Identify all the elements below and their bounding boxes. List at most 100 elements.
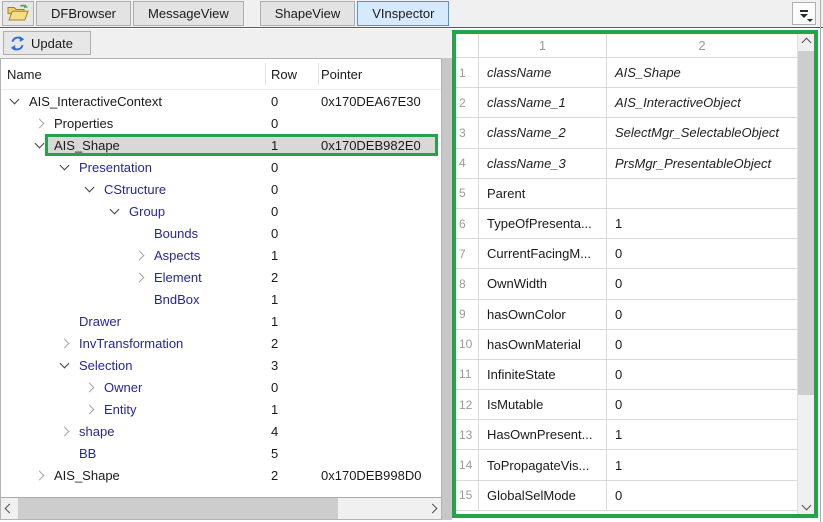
- table-row[interactable]: 13 HasOwnPresent... 1: [456, 420, 797, 450]
- property-name-cell[interactable]: className_2: [479, 118, 607, 147]
- column-header-1[interactable]: 1: [479, 34, 607, 57]
- table-row[interactable]: 2 className_1 AIS_InteractiveObject: [456, 88, 797, 118]
- view-tab[interactable]: DFBrowser: [36, 1, 131, 26]
- property-name-cell[interactable]: ToPropagateVis...: [479, 450, 607, 479]
- scroll-left-button[interactable]: [1, 498, 18, 519]
- open-file-button[interactable]: [2, 1, 34, 26]
- property-value-cell[interactable]: 1: [607, 450, 797, 479]
- property-value-cell[interactable]: 0: [607, 481, 797, 510]
- tree-expand-icon[interactable]: [135, 272, 145, 282]
- property-value-cell[interactable]: AIS_Shape: [607, 58, 797, 87]
- property-value-cell[interactable]: 0: [607, 390, 797, 419]
- table-row[interactable]: 7 CurrentFacingM... 0: [456, 239, 797, 269]
- property-name-cell[interactable]: hasOwnMaterial: [479, 330, 607, 359]
- horizontal-scrollbar-thumb[interactable]: [18, 498, 338, 519]
- tree-expand-icon[interactable]: [85, 404, 95, 414]
- tree-item-label: Bounds: [154, 226, 198, 241]
- scroll-up-button[interactable]: [798, 34, 814, 51]
- table-row[interactable]: 6 TypeOfPresenta... 1: [456, 209, 797, 239]
- tree-row[interactable]: shape 4: [1, 420, 441, 442]
- tree-row[interactable]: AIS_InteractiveContext 0 0x170DEA67E30: [1, 90, 441, 112]
- property-value-cell[interactable]: 0: [607, 300, 797, 329]
- tree-row[interactable]: AIS_Shape 1 0x170DEB982E0: [1, 134, 441, 156]
- toolbar-extension-button[interactable]: [792, 2, 816, 25]
- scroll-right-button[interactable]: [424, 498, 441, 519]
- property-name-cell[interactable]: Parent: [479, 179, 607, 208]
- property-value-cell[interactable]: 1: [607, 209, 797, 238]
- table-row[interactable]: 14 ToPropagateVis... 1: [456, 450, 797, 480]
- tree-column-pointer[interactable]: Pointer: [319, 63, 441, 85]
- tree-row[interactable]: CStructure 0: [1, 178, 441, 200]
- column-header-2[interactable]: 2: [607, 34, 797, 57]
- tree-row[interactable]: BndBox 1: [1, 288, 441, 310]
- tree-column-name[interactable]: Name: [1, 63, 266, 85]
- tree-expand-icon[interactable]: [60, 338, 70, 348]
- view-tab[interactable]: MessageView: [133, 1, 244, 26]
- tree-expand-icon[interactable]: [110, 205, 120, 215]
- tree-row[interactable]: Drawer 1: [1, 310, 441, 332]
- tree-horizontal-scrollbar[interactable]: [1, 497, 441, 519]
- table-row[interactable]: 9 hasOwnColor 0: [456, 300, 797, 330]
- tree-row[interactable]: Selection 3: [1, 354, 441, 376]
- tree-row[interactable]: Owner 0: [1, 376, 441, 398]
- table-vertical-scrollbar[interactable]: [797, 34, 814, 514]
- tree-row[interactable]: AIS_Shape 2 0x170DEB998D0: [1, 464, 441, 486]
- property-value-cell[interactable]: 0: [607, 269, 797, 298]
- tree-expand-icon[interactable]: [35, 470, 45, 480]
- update-button[interactable]: Update: [3, 31, 91, 55]
- tree-expand-icon[interactable]: [35, 118, 45, 128]
- tree-expand-icon[interactable]: [60, 426, 70, 436]
- tree-row-value: 5: [266, 446, 319, 461]
- tree-expand-icon[interactable]: [135, 250, 145, 260]
- tree-expand-icon[interactable]: [10, 95, 20, 105]
- table-row[interactable]: 4 className_3 PrsMgr_PresentableObject: [456, 149, 797, 179]
- property-value-cell[interactable]: [607, 179, 797, 208]
- table-row[interactable]: 10 hasOwnMaterial 0: [456, 330, 797, 360]
- view-tab[interactable]: VInspector: [357, 1, 449, 26]
- property-name-cell[interactable]: className_3: [479, 149, 607, 178]
- property-value-cell[interactable]: 0: [607, 239, 797, 268]
- vertical-scrollbar-thumb[interactable]: [798, 51, 814, 395]
- property-value-cell[interactable]: 1: [607, 420, 797, 449]
- table-row[interactable]: 3 className_2 SelectMgr_SelectableObject: [456, 118, 797, 148]
- tree-row[interactable]: Entity 1: [1, 398, 441, 420]
- table-row[interactable]: 8 OwnWidth 0: [456, 269, 797, 299]
- table-row[interactable]: 1 className AIS_Shape: [456, 58, 797, 88]
- tree-row[interactable]: Group 0: [1, 200, 441, 222]
- tree-row[interactable]: Properties 0: [1, 112, 441, 134]
- tree-row[interactable]: InvTransformation 2: [1, 332, 441, 354]
- tree-row[interactable]: Aspects 1: [1, 244, 441, 266]
- property-value-cell[interactable]: 0: [607, 360, 797, 389]
- scroll-down-button[interactable]: [798, 497, 814, 514]
- tree-expand-icon[interactable]: [35, 139, 45, 149]
- tree-row[interactable]: BB 5: [1, 442, 441, 464]
- tree-expand-icon[interactable]: [85, 382, 95, 392]
- panel-splitter[interactable]: [442, 58, 452, 520]
- tree-expand-icon[interactable]: [60, 161, 70, 171]
- table-row[interactable]: 11 InfiniteState 0: [456, 360, 797, 390]
- property-name-cell[interactable]: className: [479, 58, 607, 87]
- property-name-cell[interactable]: HasOwnPresent...: [479, 420, 607, 449]
- property-name-cell[interactable]: className_1: [479, 88, 607, 117]
- property-value-cell[interactable]: AIS_InteractiveObject: [607, 88, 797, 117]
- tree-column-row[interactable]: Row: [266, 63, 319, 85]
- view-tab[interactable]: ShapeView: [260, 1, 356, 26]
- property-name-cell[interactable]: hasOwnColor: [479, 300, 607, 329]
- table-row[interactable]: 15 GlobalSelMode 0: [456, 481, 797, 511]
- tree-row[interactable]: Presentation 0: [1, 156, 441, 178]
- tree-expand-icon[interactable]: [60, 359, 70, 369]
- property-name-cell[interactable]: OwnWidth: [479, 269, 607, 298]
- property-value-cell[interactable]: SelectMgr_SelectableObject: [607, 118, 797, 147]
- property-name-cell[interactable]: InfiniteState: [479, 360, 607, 389]
- tree-row[interactable]: Element 2: [1, 266, 441, 288]
- table-row[interactable]: 5 Parent: [456, 179, 797, 209]
- property-value-cell[interactable]: 0: [607, 330, 797, 359]
- tree-row[interactable]: Bounds 0: [1, 222, 441, 244]
- table-row[interactable]: 12 IsMutable 0: [456, 390, 797, 420]
- tree-expand-icon[interactable]: [85, 183, 95, 193]
- property-name-cell[interactable]: IsMutable: [479, 390, 607, 419]
- property-value-cell[interactable]: PrsMgr_PresentableObject: [607, 149, 797, 178]
- property-name-cell[interactable]: CurrentFacingM...: [479, 239, 607, 268]
- property-name-cell[interactable]: TypeOfPresenta...: [479, 209, 607, 238]
- property-name-cell[interactable]: GlobalSelMode: [479, 481, 607, 510]
